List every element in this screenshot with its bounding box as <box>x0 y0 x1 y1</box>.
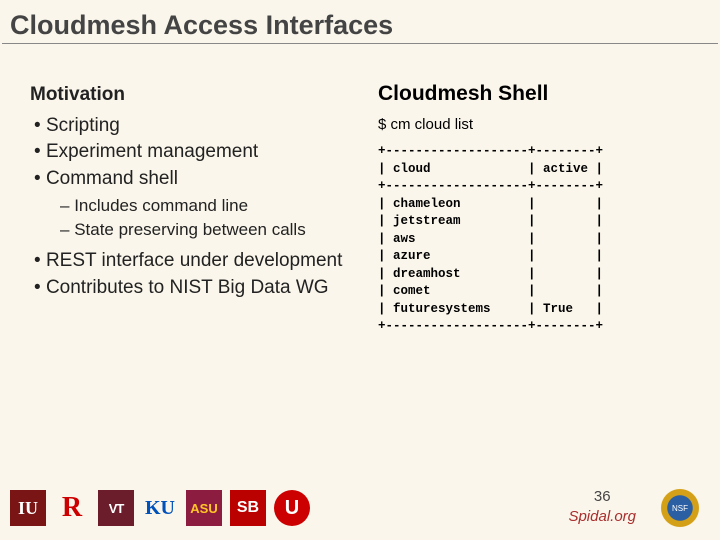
logo-strip: IU R VT KU ASU SB U <box>10 490 310 526</box>
page-title: Cloudmesh Access Interfaces <box>2 0 718 44</box>
motivation-list-cont: REST interface under development Contrib… <box>30 248 360 301</box>
list-item: State preserving between calls <box>60 218 360 242</box>
page-number: 36 <box>568 487 636 507</box>
content-area: Motivation Scripting Experiment manageme… <box>0 44 720 336</box>
site-label: Spidal.org <box>568 508 636 525</box>
page-meta: 36 Spidal.org <box>568 487 636 526</box>
footer: IU R VT KU ASU SB U 36 Spidal.org NSF <box>10 482 710 534</box>
nsf-logo-icon: NSF <box>658 486 702 530</box>
list-item: Includes command line <box>60 194 360 218</box>
stonybrook-logo-icon: SB <box>230 490 266 526</box>
motivation-heading: Motivation <box>30 82 360 109</box>
list-item: Experiment management <box>34 139 360 166</box>
left-column: Motivation Scripting Experiment manageme… <box>30 82 360 336</box>
vt-logo-icon: VT <box>98 490 134 526</box>
list-item: Scripting <box>34 113 360 140</box>
ku-logo-icon: KU <box>142 490 178 526</box>
asu-logo-icon: ASU <box>186 490 222 526</box>
shell-heading: Cloudmesh Shell <box>378 82 698 106</box>
right-column: Cloudmesh Shell $ cm cloud list +-------… <box>378 82 698 336</box>
utah-logo-icon: U <box>274 490 310 526</box>
list-item: Contributes to NIST Big Data WG <box>34 275 360 302</box>
iu-logo-icon: IU <box>10 490 46 526</box>
list-item: Command shell <box>34 166 360 193</box>
rutgers-logo-icon: R <box>54 490 90 526</box>
motivation-sublist: Includes command line State preserving b… <box>30 194 360 242</box>
motivation-list: Scripting Experiment management Command … <box>30 113 360 193</box>
shell-output: +-------------------+--------+ | cloud |… <box>378 143 698 336</box>
list-item: REST interface under development <box>34 248 360 275</box>
shell-command: $ cm cloud list <box>378 116 698 133</box>
